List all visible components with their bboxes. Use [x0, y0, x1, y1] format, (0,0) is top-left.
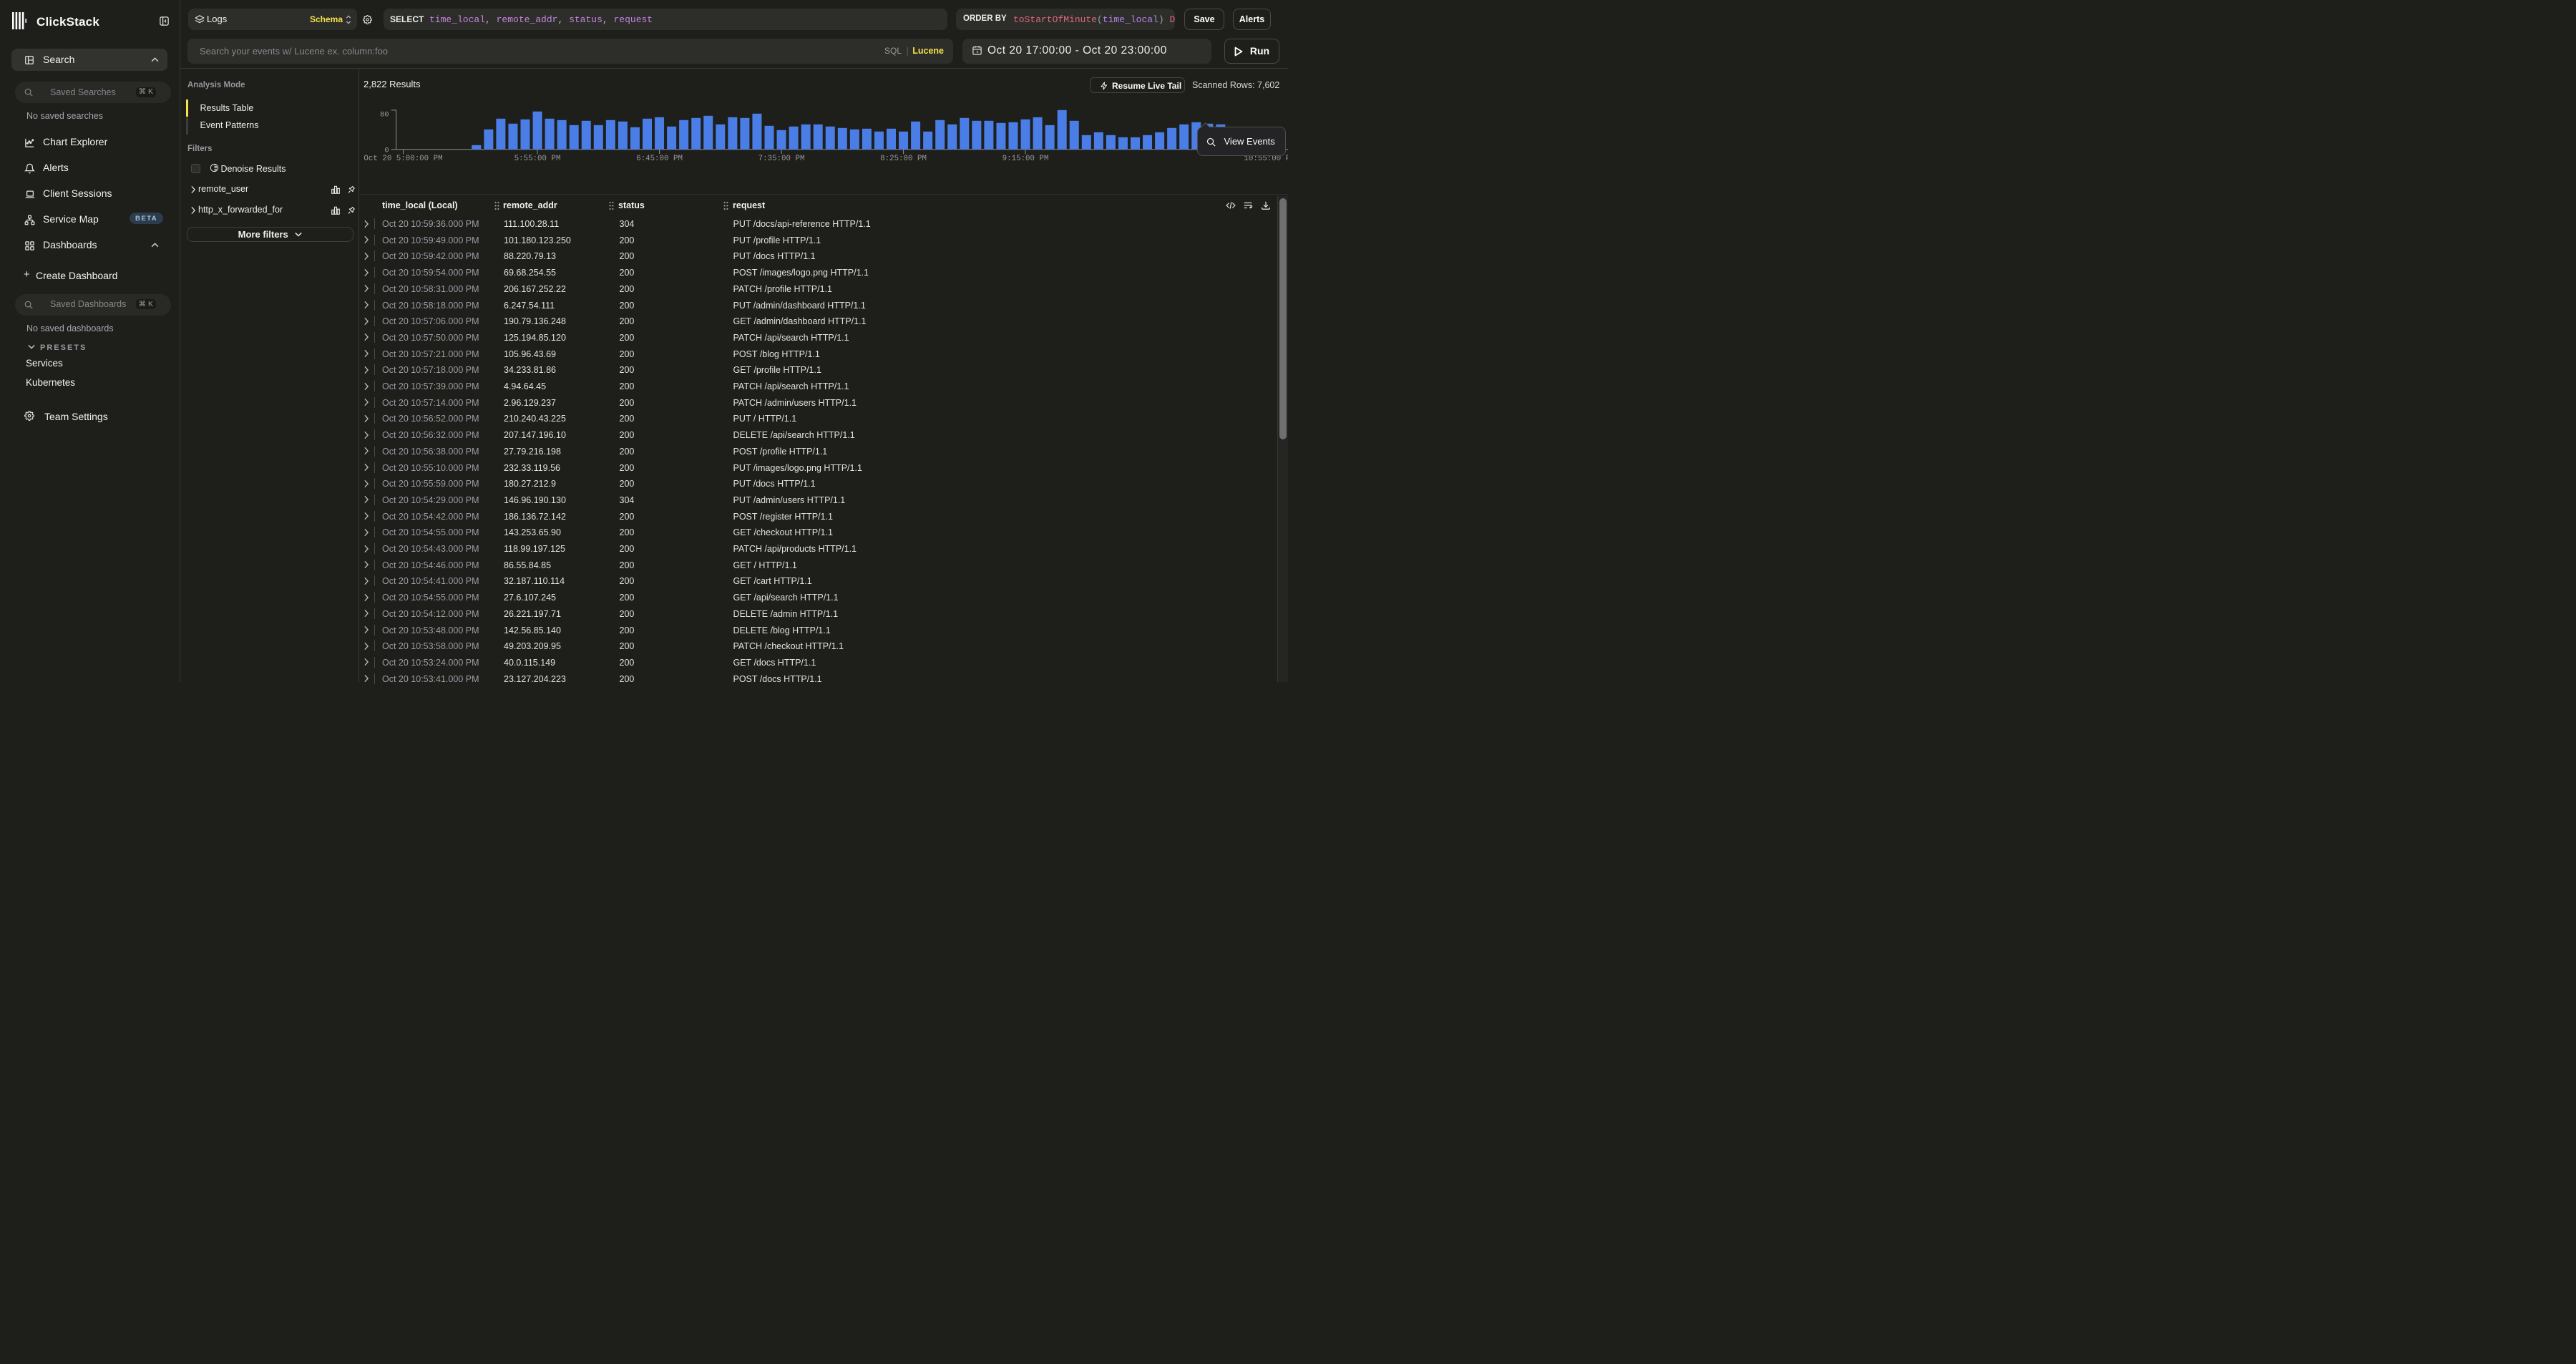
svg-text:5:55:00 PM: 5:55:00 PM	[514, 155, 561, 163]
svg-text:8:25:00 PM: 8:25:00 PM	[880, 155, 927, 163]
svg-text:Oct 20 5:00:00 PM: Oct 20 5:00:00 PM	[364, 155, 442, 163]
svg-text:80: 80	[380, 111, 389, 120]
svg-text:0: 0	[384, 147, 389, 155]
svg-text:6:45:00 PM: 6:45:00 PM	[636, 155, 683, 163]
svg-text:9:15:00 PM: 9:15:00 PM	[1002, 155, 1049, 163]
svg-text:7:35:00 PM: 7:35:00 PM	[758, 155, 805, 163]
